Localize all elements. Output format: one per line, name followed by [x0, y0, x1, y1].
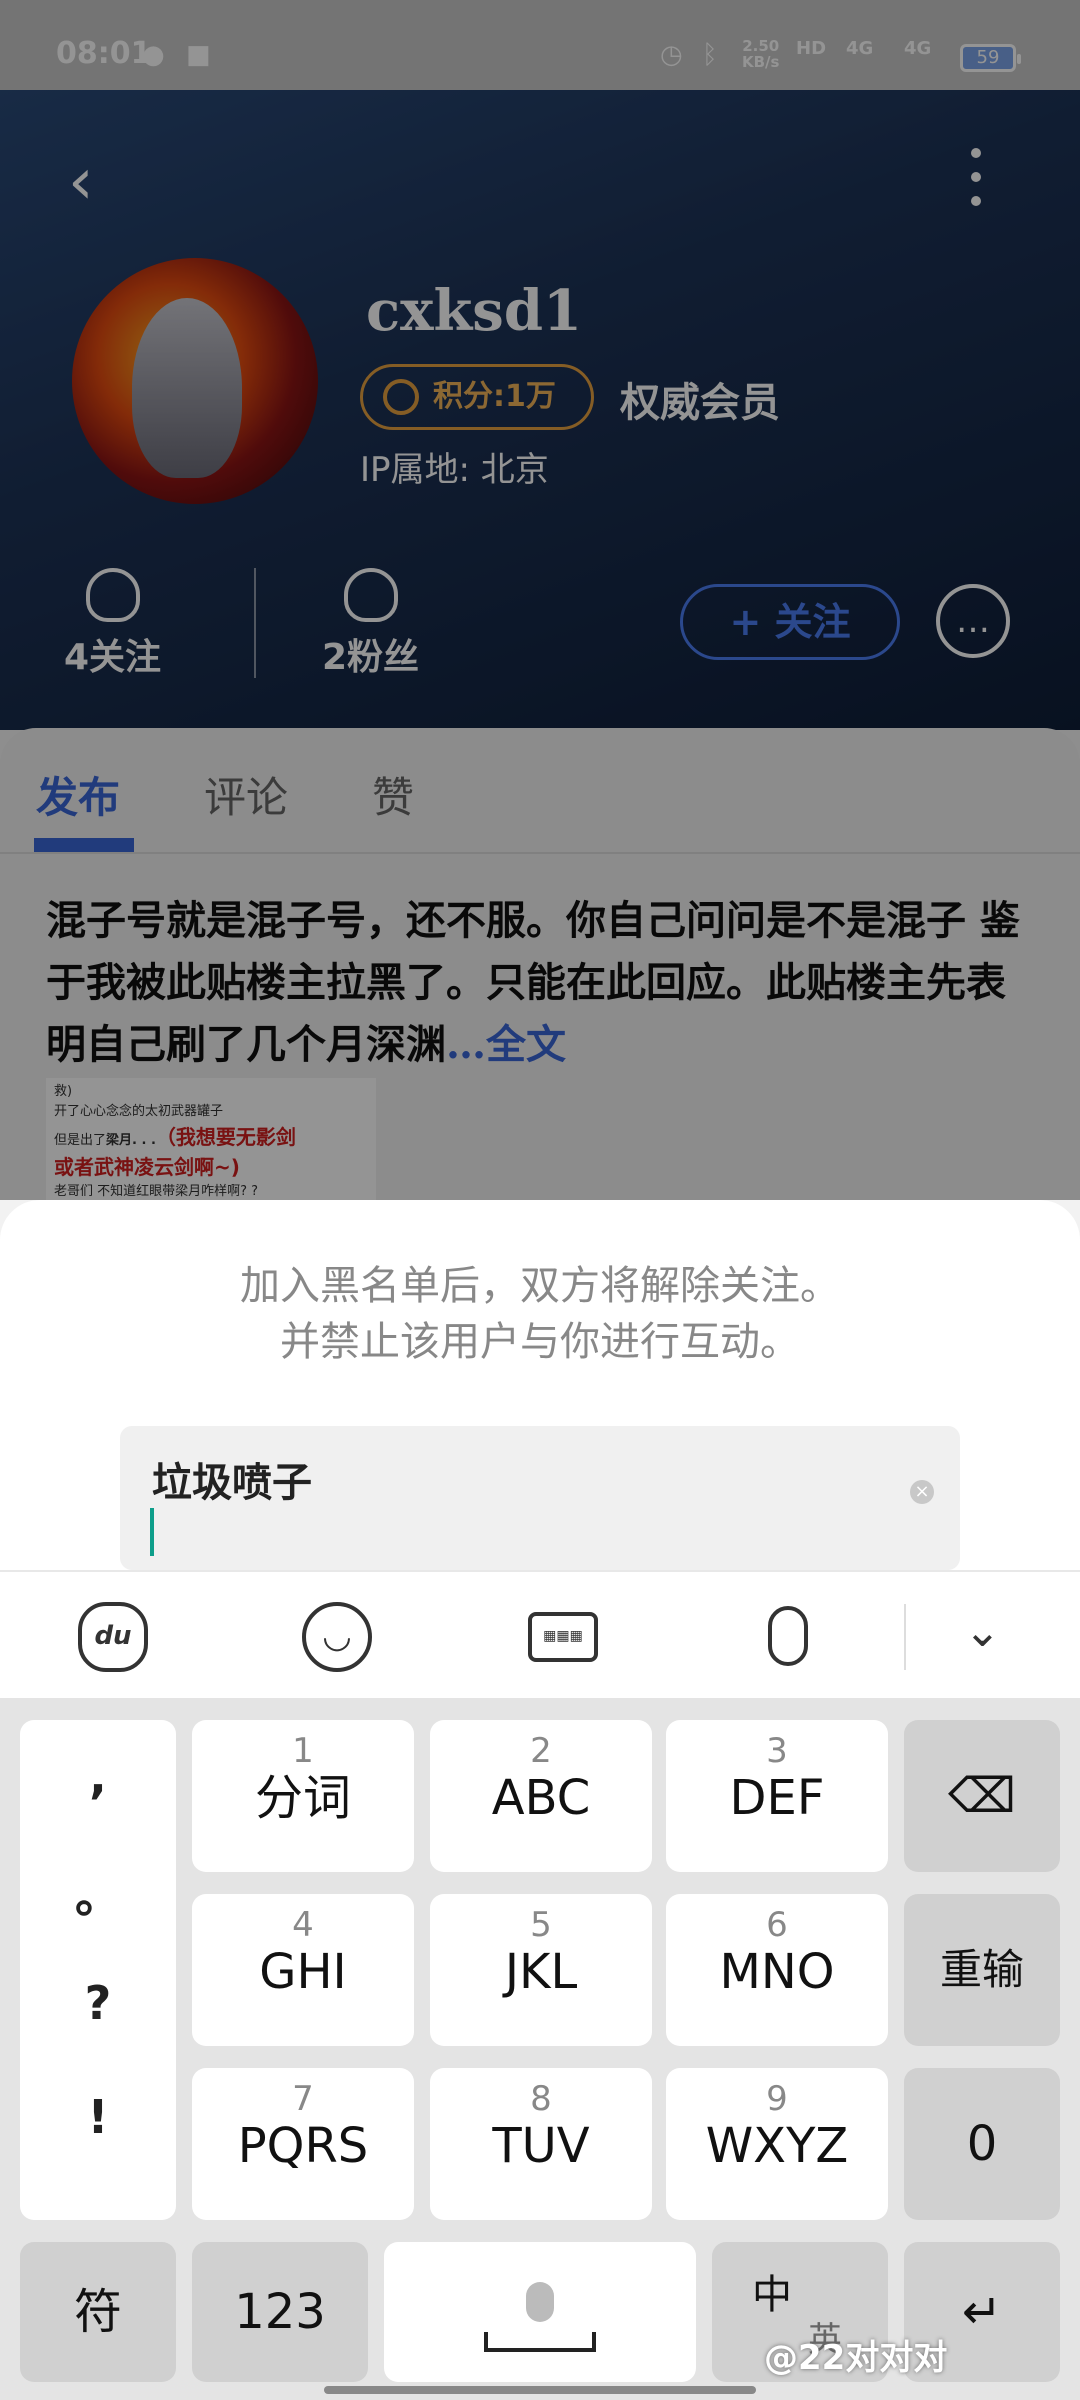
keyboard-toolbar: du ◡ ▦▦▦ ⌄ [0, 1570, 1080, 1698]
key-2[interactable]: 2 ABC [430, 1720, 652, 1872]
reenter-key[interactable]: 重输 [904, 1894, 1060, 2046]
numeric-key[interactable]: 123 [192, 2242, 368, 2382]
modal-overlay[interactable] [0, 0, 1080, 1200]
clear-icon[interactable]: × [910, 1480, 934, 1504]
home-indicator[interactable] [324, 2386, 756, 2394]
key-5[interactable]: 5 JKL [430, 1894, 652, 2046]
blacklist-notice: 加入黑名单后，双方将解除关注。 并禁止该用户与你进行互动。 [240, 1263, 840, 1365]
punct-comma[interactable]: , [20, 1750, 176, 1804]
space-bar-icon [484, 2332, 596, 2352]
toolbar-divider [904, 1604, 906, 1670]
app-screen: 08:01 ● ■ ◷ ᛒ 2.50 KB/s HD 4G 4G 59 ‹ cxk… [0, 0, 1080, 2400]
punct-period[interactable]: 。 [20, 1860, 176, 1926]
watermark: @22对对对 [764, 2338, 948, 2378]
text-cursor [150, 1508, 154, 1556]
delete-key[interactable]: ⌫ [904, 1720, 1060, 1872]
t9-keyboard: , 。 ? ! 1 分词 2 ABC 3 DEF ⌫ 4 GHI 5 JKL 6 MNO 重… [0, 1698, 1080, 2400]
backspace-icon: ⌫ [948, 1768, 1016, 1824]
emoji-icon[interactable]: ◡ [302, 1602, 372, 1672]
key-4[interactable]: 4 GHI [192, 1894, 414, 2046]
punct-exclaim[interactable]: ! [20, 2090, 176, 2144]
key-9[interactable]: 9 WXYZ [666, 2068, 888, 2220]
chevron-down-icon[interactable]: ⌄ [964, 1606, 1001, 1657]
reason-input[interactable]: 垃圾喷子 × [120, 1426, 960, 1570]
mic-icon [526, 2282, 554, 2322]
key-8[interactable]: 8 TUV [430, 2068, 652, 2220]
blacklist-dialog: 加入黑名单后，双方将解除关注。 并禁止该用户与你进行互动。 垃圾喷子 × [0, 1200, 1080, 1570]
punct-question[interactable]: ? [20, 1976, 176, 2030]
key-1[interactable]: 1 分词 [192, 1720, 414, 1872]
symbol-key[interactable]: 符 [20, 2242, 176, 2382]
punctuation-column[interactable]: , 。 ? ! [20, 1720, 176, 2220]
key-3[interactable]: 3 DEF [666, 1720, 888, 1872]
voice-input-icon[interactable] [768, 1606, 808, 1666]
key-6[interactable]: 6 MNO [666, 1894, 888, 2046]
key-0[interactable]: 0 [904, 2068, 1060, 2220]
space-key[interactable] [384, 2242, 696, 2382]
du-bear-icon[interactable]: du [78, 1602, 148, 1672]
keyboard-icon[interactable]: ▦▦▦ [528, 1612, 598, 1662]
key-7[interactable]: 7 PQRS [192, 2068, 414, 2220]
